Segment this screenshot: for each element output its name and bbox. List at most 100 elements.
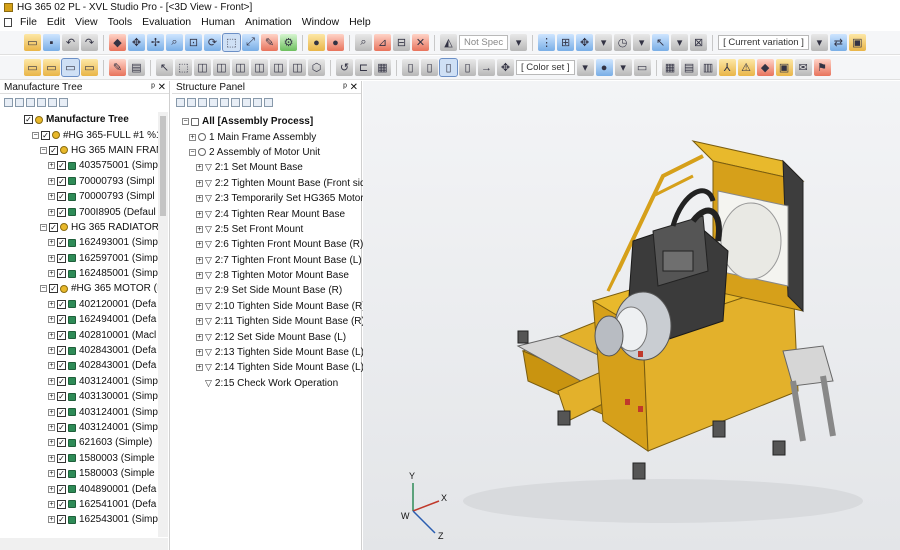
collapse-icon[interactable] [37,97,46,107]
expand-toggle-icon[interactable]: + [48,393,55,401]
paste-icon[interactable] [220,97,229,107]
note-icon[interactable]: ▤ [128,59,145,76]
cube-top-icon[interactable]: ◫ [270,59,287,76]
visibility-checkbox[interactable]: ✓ [57,515,66,525]
visibility-checkbox[interactable]: ✓ [57,407,66,417]
expand-toggle-icon[interactable]: − [182,118,189,126]
visibility-checkbox[interactable]: ✓ [57,330,66,340]
expand-toggle-icon[interactable]: + [196,272,203,280]
render-icon[interactable]: ◆ [109,34,126,51]
expand-toggle-icon[interactable]: + [48,485,55,493]
link-icon[interactable] [253,97,262,107]
menu-view[interactable]: View [70,16,103,28]
search-part-icon[interactable]: ⌕ [355,34,372,51]
visibility-checkbox[interactable]: ✓ [57,207,66,217]
box-select-icon[interactable]: ⬚ [175,59,192,76]
manufacture-tree-row[interactable]: + ✓ 162485001 (Simp [24,266,158,281]
expand-toggle-icon[interactable]: + [48,470,55,478]
structure-tree-row[interactable]: ▽ 2:15 Check Work Operation [182,376,360,391]
measure-icon[interactable]: ⊿ [374,34,391,51]
rotate-view-icon[interactable]: ↺ [336,59,353,76]
visibility-checkbox[interactable]: ✓ [57,315,66,325]
structure-tree-row[interactable]: + ▽ 2:8 Tighten Motor Mount Base [182,268,360,283]
visibility-checkbox[interactable]: ✓ [57,423,66,432]
fit-icon[interactable]: ⤢ [242,34,259,51]
structure-tree-row[interactable]: + ▽ 2:7 Tighten Front Mount Base (L) [182,253,362,268]
mail-icon[interactable]: ✉ [794,59,812,76]
cube-right-icon[interactable]: ◫ [251,59,268,76]
manufacture-tree-row[interactable]: + ✓ 403575001 (Simp [24,158,158,173]
visibility-checkbox[interactable]: ✓ [57,299,66,309]
expand-toggle-icon[interactable]: + [196,225,203,233]
structure-tree-row[interactable]: + ▽ 2:6 Tighten Front Mount Base (R) [182,237,363,252]
manufacture-scrollbar[interactable] [158,112,168,537]
color-ball-icon[interactable]: ● [595,59,613,76]
options-icon[interactable] [264,97,273,107]
manufacture-tree-row[interactable]: + ✓ 402843001 (Defa [24,358,158,373]
expand-toggle-icon[interactable]: + [196,256,203,264]
assembly-icon[interactable]: ⚙ [280,34,297,51]
expand-toggle-icon[interactable]: − [40,285,47,293]
pin-icon[interactable]: → [478,59,495,76]
expand-toggle-icon[interactable]: − [32,131,39,139]
pointer-icon[interactable]: ↖ [652,34,670,51]
expand-toggle-icon[interactable]: + [48,424,55,431]
dropdown-icon[interactable]: ▾ [810,34,828,51]
expand-toggle-icon[interactable]: + [196,210,203,218]
expand-toggle-icon[interactable]: + [48,516,55,524]
parts-icon[interactable]: ◆ [756,59,774,76]
cube-left-icon[interactable]: ◫ [232,59,249,76]
visibility-checkbox[interactable]: ✓ [57,499,66,509]
structure-tree-row[interactable]: + ▽ 2:9 Set Side Mount Base (R) [182,283,360,298]
expand-toggle-icon[interactable]: − [40,146,47,154]
manufacture-tree-row[interactable]: + ✓ 70000793 (Simpl [24,189,158,204]
expand-toggle-icon[interactable]: + [196,179,203,187]
visibility-checkbox[interactable]: ✓ [57,376,66,386]
palette-icon[interactable]: ✥ [497,59,514,76]
cylinder-selected-icon[interactable]: ▯ [439,58,458,77]
manufacture-tree-row[interactable]: + ✓ 402843001 (Defa [24,343,158,358]
section-view-icon[interactable]: ⊏ [355,59,372,76]
cursor-icon[interactable]: ↖ [156,59,173,76]
dropdown-icon[interactable]: ▾ [671,34,689,51]
expand-toggle-icon[interactable]: + [196,333,203,341]
expand-toggle-icon[interactable]: + [48,177,55,185]
section-icon[interactable]: ⊟ [393,34,410,51]
cube-iso-icon[interactable]: ⬡ [308,59,325,76]
structure-tree-row[interactable]: + ▽ 2:2 Tighten Mount Base (Front sid [182,176,366,191]
structure-tree-row[interactable]: + ▽ 2:13 Tighten Side Mount Base (L) ( [182,345,370,360]
select-icon[interactable]: ⬚ [222,33,241,52]
visibility-checkbox[interactable]: ✓ [57,238,66,248]
scrollbar-thumb[interactable] [160,116,166,216]
visibility-checkbox[interactable]: ✓ [57,269,66,279]
visibility-checkbox[interactable]: ✓ [57,453,66,463]
visibility-checkbox[interactable]: ✓ [49,145,58,155]
expand-toggle-icon[interactable]: + [189,133,196,141]
zoom-area-icon[interactable]: ⊡ [185,34,202,51]
package-icon[interactable]: ▣ [775,59,793,76]
expand-toggle-icon[interactable]: + [48,193,55,201]
expand-toggle-icon[interactable]: + [48,408,55,416]
dropdown-icon[interactable]: ▾ [510,34,528,51]
dropdown-icon[interactable]: ▾ [595,34,613,51]
expand-toggle-icon[interactable]: + [48,162,55,170]
chart-icon[interactable]: ▥ [699,59,717,76]
expand-toggle-icon[interactable]: − [189,148,196,156]
structure-tree-row[interactable]: + ▽ 2:3 Temporarily Set HG365 Motor [182,191,364,206]
visibility-checkbox[interactable]: ✓ [57,438,66,448]
spec-select[interactable]: Not Spec [459,35,509,50]
move-up-icon[interactable] [231,97,240,107]
ruler-icon[interactable]: ▦ [374,59,391,76]
dropdown-icon[interactable]: ▾ [614,59,632,76]
undo-icon[interactable]: ↶ [62,34,79,51]
swap-icon[interactable]: ⇄ [829,34,847,51]
expand-toggle-icon[interactable]: + [48,347,55,355]
light-icon[interactable]: ● [308,34,325,51]
expand-toggle-icon[interactable]: + [48,239,55,247]
expand-toggle-icon[interactable]: + [48,270,55,278]
cylinder-outline-icon[interactable]: ▯ [459,59,476,76]
visibility-checkbox[interactable]: ✓ [57,253,66,263]
expand-toggle-icon[interactable]: + [48,500,55,508]
visibility-checkbox[interactable]: ✓ [49,284,58,294]
expand-toggle-icon[interactable]: + [48,208,55,216]
